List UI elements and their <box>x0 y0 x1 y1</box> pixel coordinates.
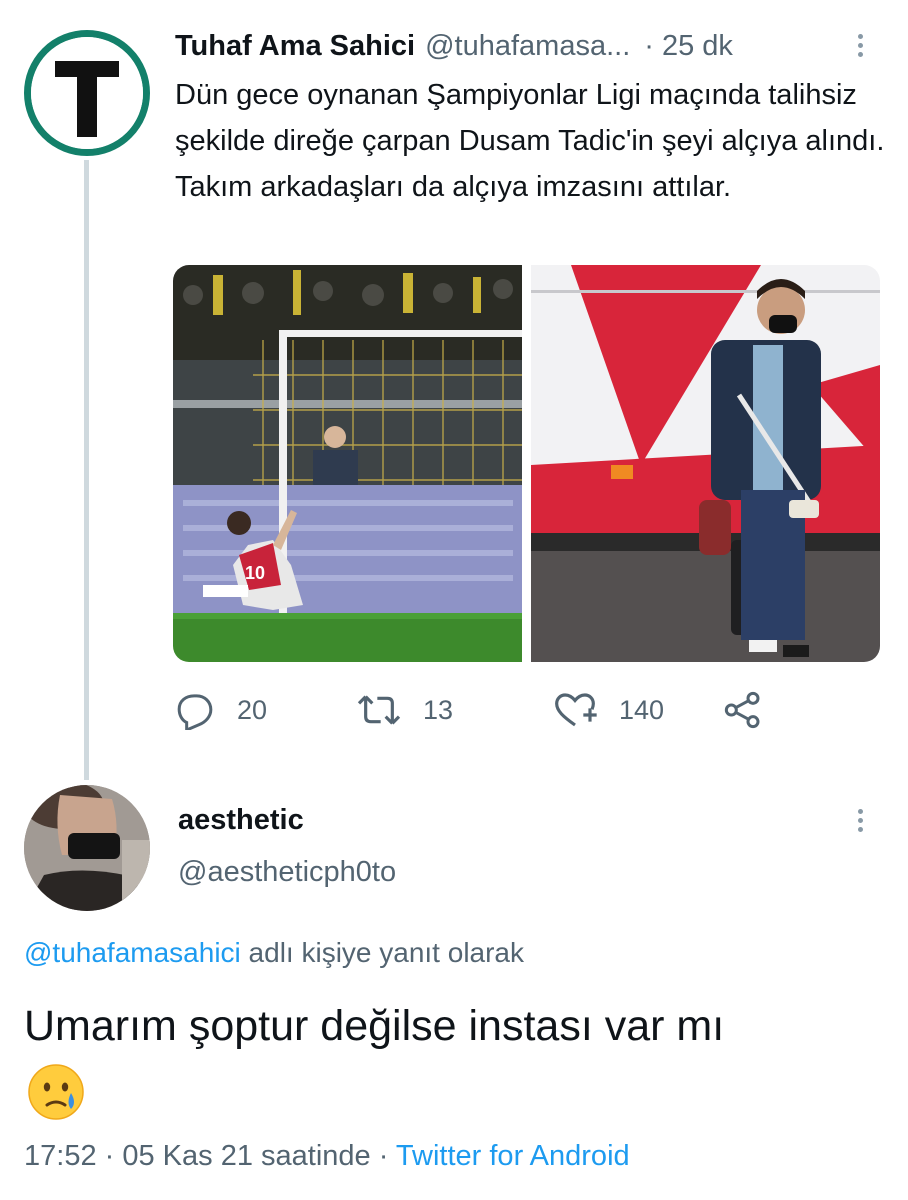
meta-separator: · <box>96 1140 123 1172</box>
reply-source[interactable]: Twitter for Android <box>396 1140 630 1172</box>
retweet-count: 13 <box>423 694 454 725</box>
tweet-meta: 17:52 · 05 Kas 21 saatinde · Twitter for… <box>24 1140 630 1173</box>
retweet-icon <box>357 695 401 725</box>
reply-date[interactable]: 05 Kas 21 saatinde <box>122 1140 370 1172</box>
thread-connector-line <box>84 160 89 780</box>
tweet-actions-bar: 20 13 140 <box>175 688 875 732</box>
like-count: 140 <box>619 694 665 725</box>
face-holding-back-tears-icon <box>28 1064 84 1120</box>
share-button[interactable] <box>723 688 785 732</box>
reply-time[interactable]: 17:52 <box>24 1140 97 1172</box>
author-avatar[interactable] <box>24 30 150 156</box>
author-handle[interactable]: @tuhafamasa... <box>425 30 630 63</box>
replying-to-label: adlı kişiye yanıt olarak <box>240 937 525 968</box>
tweet-photo-player-walking[interactable] <box>531 265 880 662</box>
reply-count: 20 <box>237 694 268 725</box>
more-options-icon[interactable] <box>850 30 870 64</box>
avatar-logo-t <box>31 37 143 149</box>
retweet-button[interactable]: 13 <box>357 688 453 732</box>
reply-more-options-icon[interactable] <box>850 805 870 839</box>
replying-to-mention[interactable]: @tuhafamasahici <box>24 937 241 968</box>
heart-icon <box>555 693 597 727</box>
reply-author-name[interactable]: aesthetic <box>178 804 304 837</box>
tweet-text: Dün gece oynanan Şampiyonlar Ligi maçınd… <box>175 79 885 203</box>
tweet-photo-match[interactable]: 10 <box>173 265 522 662</box>
tweet-time[interactable]: 25 dk <box>662 30 733 63</box>
author-name[interactable]: Tuhaf Ama Sahici <box>175 30 415 63</box>
tweet-header: Tuhaf Ama Sahici @tuhafamasa... · 25 dk <box>175 26 885 66</box>
meta-separator-2: · <box>370 1140 396 1172</box>
svg-text:10: 10 <box>245 563 265 583</box>
tweet-time-separator: · <box>644 29 654 62</box>
reply-author-handle[interactable]: @aestheticph0to <box>178 856 396 889</box>
like-button[interactable]: 140 <box>553 688 664 732</box>
reply-author-avatar[interactable] <box>24 785 150 911</box>
reply-text: Umarım şoptur değilse instası var mı <box>24 1002 725 1050</box>
reply-button[interactable]: 20 <box>175 688 267 732</box>
share-icon <box>724 691 760 729</box>
replying-to-line: @tuhafamasahici adlı kişiye yanıt olarak <box>24 937 524 969</box>
reply-icon <box>177 694 213 730</box>
